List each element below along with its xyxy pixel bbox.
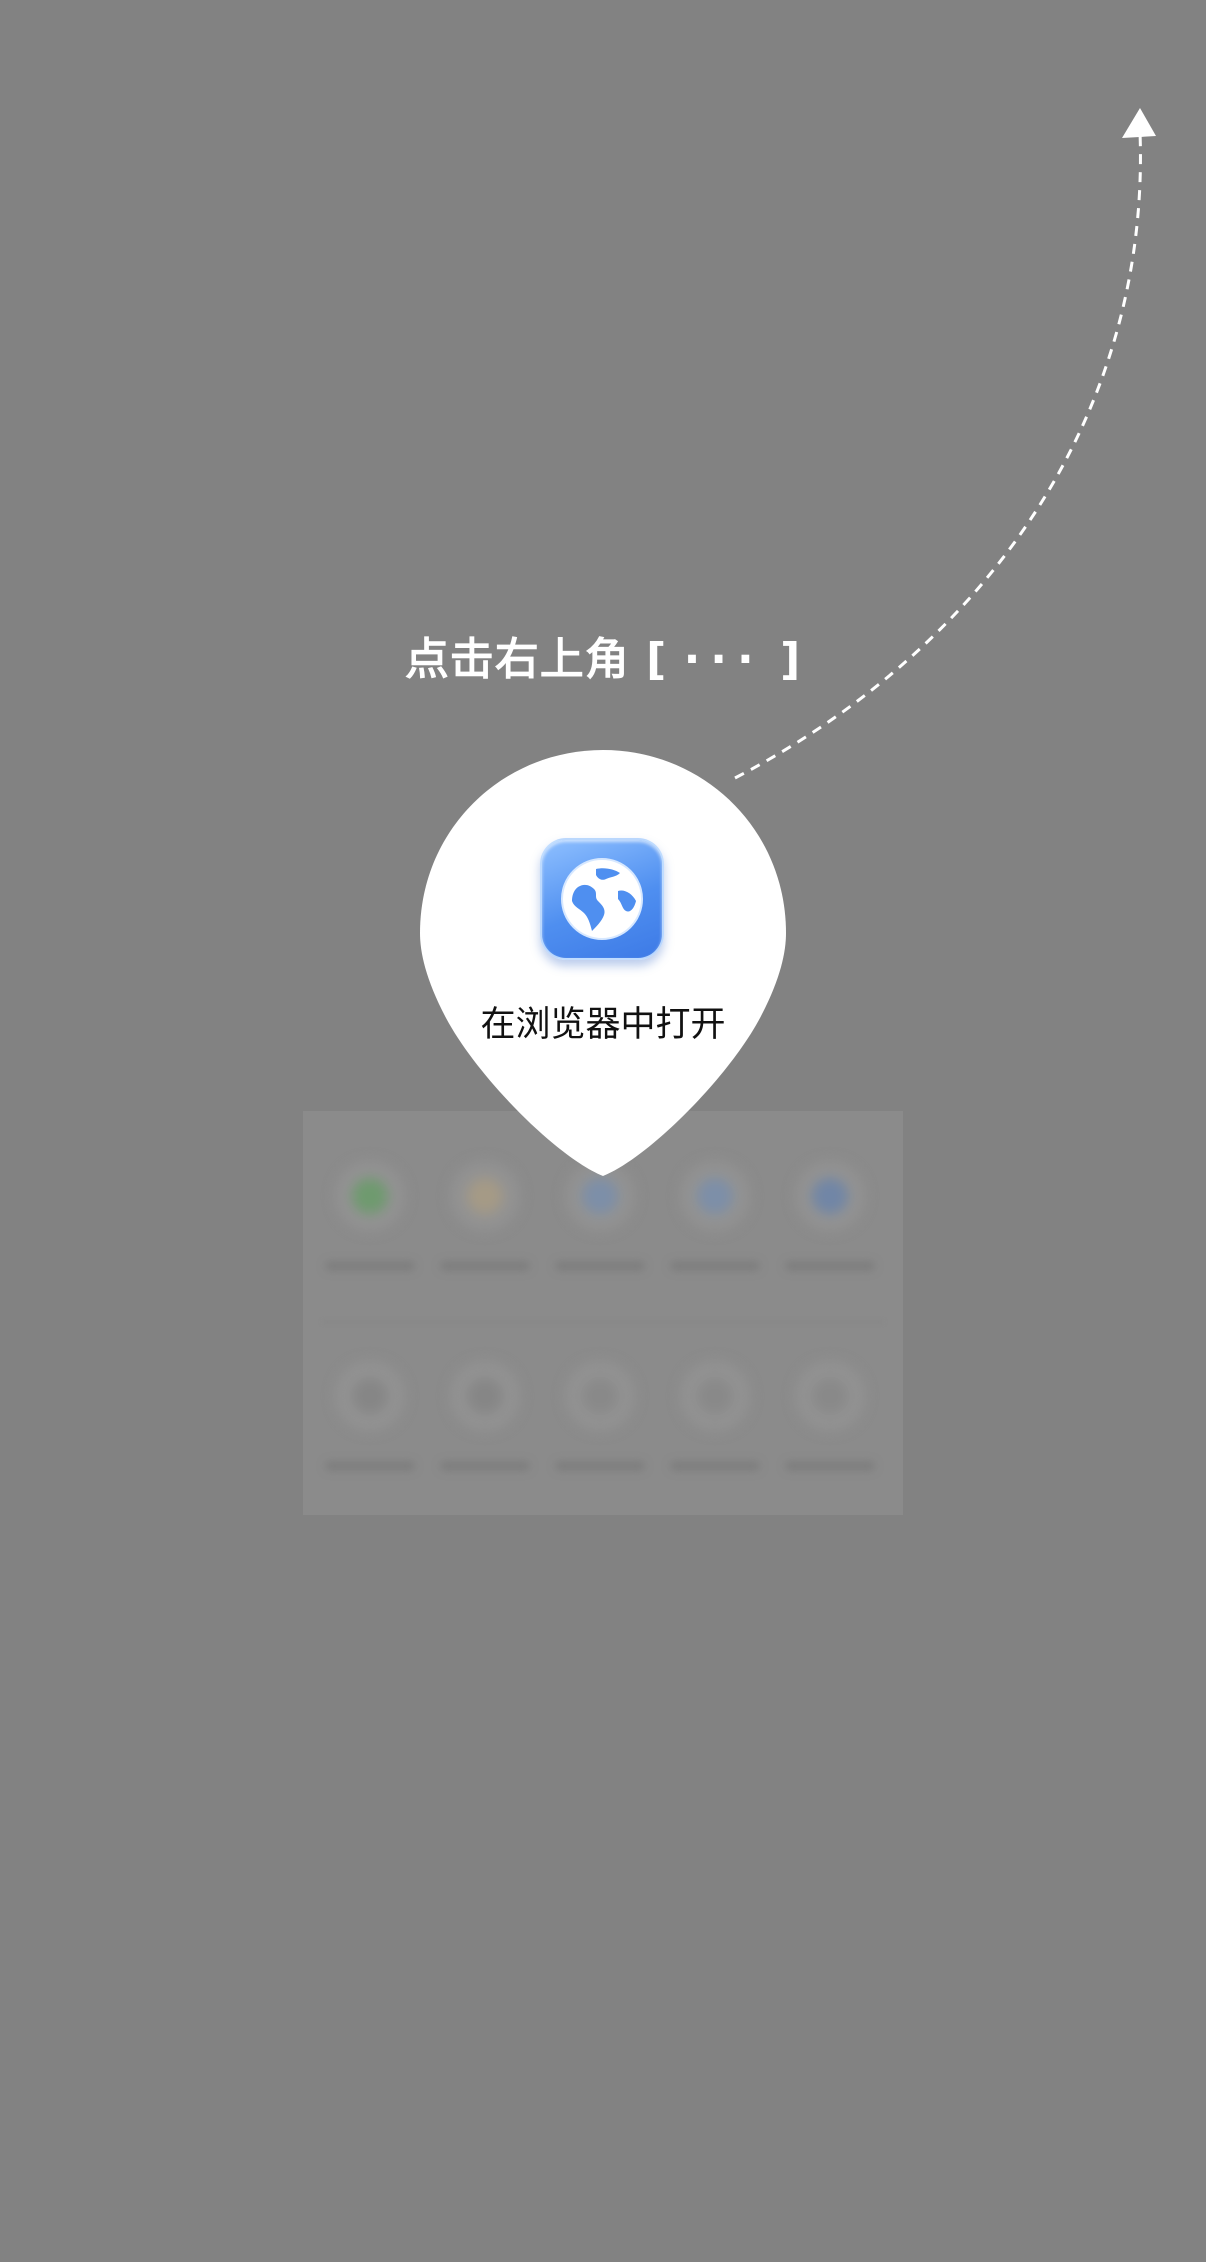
more-dots-icon: ···: [683, 634, 764, 685]
globe-icon: [561, 858, 643, 940]
hint-tap-top-right: 点击右上角 [ ··· ]: [0, 630, 1206, 690]
open-in-browser-callout[interactable]: [418, 748, 788, 1178]
browser-app-icon[interactable]: [540, 838, 664, 960]
hint-suffix: ]: [780, 634, 802, 685]
hint-prefix: 点击右上角 [: [404, 634, 668, 685]
open-in-browser-label[interactable]: 在浏览器中打开: [418, 1000, 788, 1050]
